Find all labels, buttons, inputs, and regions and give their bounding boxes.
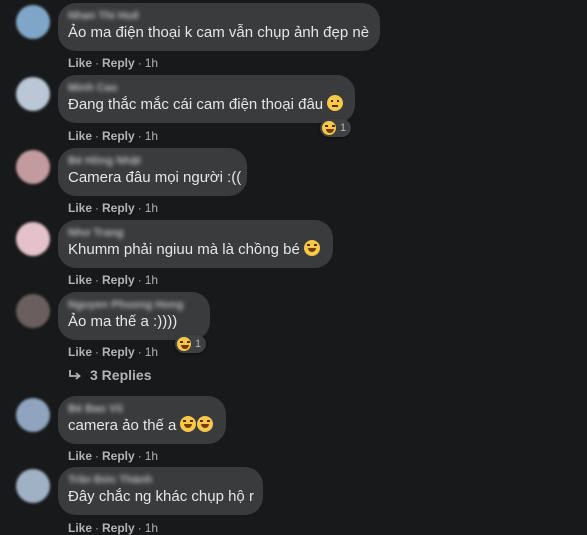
- reaction-count: 1: [195, 338, 202, 350]
- comment-bubble: Minh Cao Đang thắc mắc cái cam điện thoạ…: [58, 75, 355, 123]
- like-link[interactable]: Like: [68, 449, 92, 463]
- comment-text: camera ảo thế a: [68, 416, 214, 436]
- reaction-count: 1: [340, 122, 347, 134]
- comment-text: Đang thắc mắc cái cam điện thoại đâu: [68, 95, 344, 115]
- comment-text: Ảo ma thế a :)))): [68, 313, 178, 330]
- comment-bubble: Trần Đức Thành Đây chắc ng khác chụp hộ …: [58, 467, 263, 515]
- laughing-emoji-icon: [180, 416, 197, 432]
- laughing-reaction-icon: [322, 121, 336, 135]
- comment-time[interactable]: 1h: [145, 345, 158, 359]
- avatar[interactable]: [16, 469, 50, 503]
- comment-bubble: Nguyen Phuong Hong Ảo ma thế a :)))): [58, 292, 210, 340]
- reply-link[interactable]: Reply: [102, 521, 135, 535]
- comment-time[interactable]: 1h: [145, 521, 158, 535]
- comment-actions: Like · Reply · 1h: [68, 273, 159, 287]
- reply-arrow-icon: [69, 370, 81, 380]
- comment-bubble: Như Trang Khumm phải ngiuu mà là chồng b…: [58, 220, 333, 268]
- comment-author[interactable]: Minh Cao: [68, 81, 343, 95]
- comment-author[interactable]: Nhan Thi Huế: [68, 9, 368, 23]
- comment-actions: Like · Reply · 1h: [68, 56, 159, 70]
- like-link[interactable]: Like: [68, 56, 92, 70]
- laughing-reaction-icon: [177, 337, 191, 351]
- comment-actions: Like · Reply · 1h: [68, 201, 159, 215]
- avatar[interactable]: [16, 150, 50, 184]
- comment-time[interactable]: 1h: [145, 273, 158, 287]
- reply-link[interactable]: Reply: [102, 345, 135, 359]
- comment-actions: Like · Reply · 1h: [68, 449, 159, 463]
- comment-time[interactable]: 1h: [145, 201, 158, 215]
- laughing-emoji-icon: [197, 416, 214, 432]
- reply-link[interactable]: Reply: [102, 201, 135, 215]
- comment-text: Camera đâu mọi người :((: [68, 169, 242, 186]
- reaction-badge[interactable]: 1: [175, 335, 207, 353]
- comment-actions: Like · Reply · 1h: [68, 345, 159, 359]
- reply-link[interactable]: Reply: [102, 449, 135, 463]
- comment-text: Ảo ma điện thoại k cam vẫn chụp ảnh đẹp …: [68, 24, 370, 41]
- worried-face-emoji-icon: [327, 95, 344, 111]
- comment-bubble: Nhan Thi Huế Ảo ma điện thoại k cam vẫn …: [58, 3, 380, 51]
- reply-link[interactable]: Reply: [102, 273, 135, 287]
- like-link[interactable]: Like: [68, 129, 92, 143]
- reply-link[interactable]: Reply: [102, 129, 135, 143]
- comment-time[interactable]: 1h: [145, 449, 158, 463]
- comment-time[interactable]: 1h: [145, 56, 158, 70]
- like-link[interactable]: Like: [68, 521, 92, 535]
- avatar[interactable]: [16, 222, 50, 256]
- avatar[interactable]: [16, 398, 50, 432]
- replies-count: 3 Replies: [90, 367, 152, 383]
- comment-text: Đây chắc ng khác chụp hộ r: [68, 488, 254, 505]
- comment-author[interactable]: Nguyen Phuong Hong: [68, 298, 198, 312]
- grinning-face-emoji-icon: [303, 240, 320, 256]
- comment-actions: Like · Reply · 1h: [68, 521, 159, 535]
- avatar[interactable]: [16, 77, 50, 111]
- comment-author[interactable]: Như Trang: [68, 226, 321, 240]
- comment-bubble: Bé Bao Vũ camera ảo thế a: [58, 396, 226, 444]
- comment-author[interactable]: Bé Hồng Nhật: [68, 154, 235, 168]
- like-link[interactable]: Like: [68, 345, 92, 359]
- like-link[interactable]: Like: [68, 273, 92, 287]
- reaction-badge[interactable]: 1: [320, 119, 352, 137]
- avatar[interactable]: [16, 294, 50, 328]
- comment-bubble: Bé Hồng Nhật Camera đâu mọi người :((: [58, 148, 247, 196]
- view-replies-link[interactable]: 3 Replies: [68, 367, 151, 383]
- avatar[interactable]: [16, 5, 50, 39]
- comment-text: Khumm phải ngiuu mà là chồng bé: [68, 240, 321, 260]
- like-link[interactable]: Like: [68, 201, 92, 215]
- comment-time[interactable]: 1h: [145, 129, 158, 143]
- comment-actions: Like · Reply · 1h: [68, 129, 159, 143]
- reply-link[interactable]: Reply: [102, 56, 135, 70]
- comment-author[interactable]: Trần Đức Thành: [68, 473, 251, 487]
- comment-author[interactable]: Bé Bao Vũ: [68, 402, 214, 416]
